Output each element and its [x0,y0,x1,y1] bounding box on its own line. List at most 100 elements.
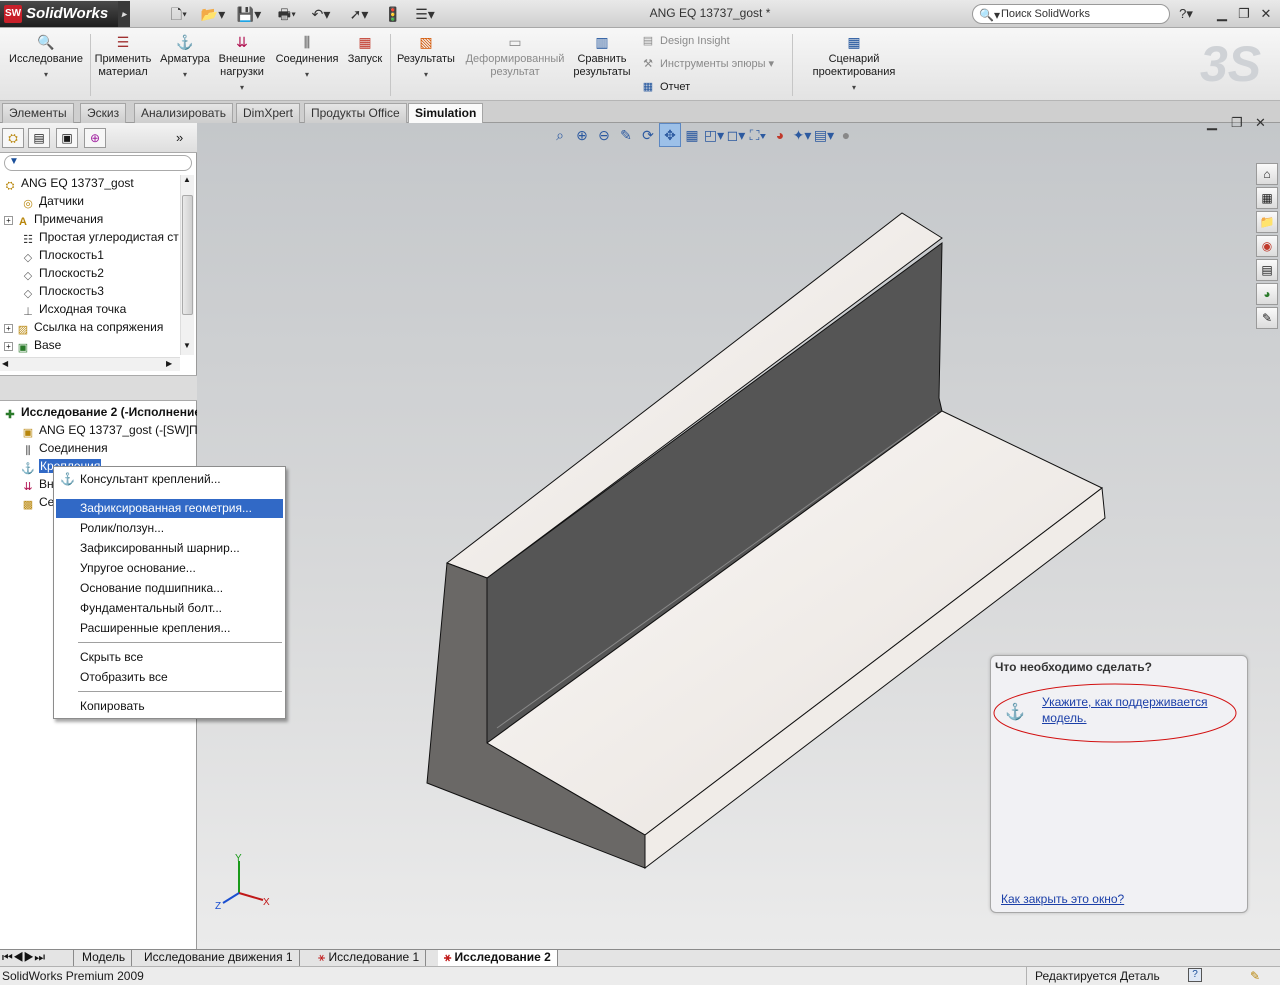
tab-study-2[interactable]: ⚹ Исследование 2 [438,950,558,966]
open-folder-icon[interactable]: 📂▾ [198,4,228,24]
tab-dimxpert[interactable]: DimXpert [236,103,301,123]
menu-item-hide-all[interactable]: Скрыть все [56,648,283,667]
run-button[interactable]: ▦ Запуск [344,32,386,66]
restore-button[interactable]: ❐ [1234,5,1254,23]
search-results-icon[interactable]: ◉ [1256,235,1278,257]
close-button[interactable]: ✕ [1256,5,1276,23]
study-item-external-loads[interactable]: ⇊ Вн [20,475,53,493]
propertymanager-tab-icon[interactable]: ▤ [28,128,50,148]
status-notes-icon[interactable]: ✎ [1250,967,1260,985]
tab-simulation[interactable]: Simulation [408,103,484,124]
menu-item-foundation-bolt[interactable]: Фундаментальный болт... [56,599,283,618]
tab-sketch[interactable]: Эскиз [80,103,127,123]
specify-support-link[interactable]: Укажите, как поддерживается модель. [1042,694,1232,726]
featuremanager-tab-icon[interactable]: ⛭ [2,128,24,148]
menu-item-fixed-hinge[interactable]: Зафиксированный шарнир... [56,539,283,558]
results-button[interactable]: ▧ Результаты ▾ [392,32,460,81]
file-explorer-icon[interactable]: 📁 [1256,211,1278,233]
tree-item-annotations[interactable]: + A Примечания [4,210,103,228]
apply-material-button[interactable]: ☰ Применить материал [92,32,154,79]
scroll-up-icon[interactable]: ▲ [183,175,191,184]
menu-item-show-all[interactable]: Отобразить все [56,668,283,687]
connections-button[interactable]: ⫼ Соединения ▾ [272,32,342,81]
tree-item-plane3[interactable]: ◇ Плоскость3 [20,282,104,300]
expand-icon[interactable]: + [4,342,13,351]
scroll-left-icon[interactable]: ◀ [2,359,8,368]
compare-results-button[interactable]: ▥ Сравнить результаты [568,32,636,79]
menu-item-copy[interactable]: Копировать [56,697,283,716]
tab-model[interactable]: Модель [76,950,133,966]
report-button[interactable]: ▦ Отчет [640,78,790,96]
home-icon[interactable]: ⌂ [1256,163,1278,185]
new-document-icon[interactable]: 🗋▾ [164,4,194,24]
tree-item-plane1[interactable]: ◇ Плоскость1 [20,246,104,264]
study-item-part[interactable]: ▣ ANG EQ 13737_gost (-[SW]Пр [20,421,205,439]
tree-item-plane2[interactable]: ◇ Плоскость2 [20,264,104,282]
expand-panel-icon[interactable]: » [176,130,183,145]
prev-tab-icon[interactable]: ◀ [13,950,24,964]
print-icon[interactable]: 🖶▾ [272,4,302,24]
tree-root[interactable]: ⛭ ANG EQ 13737_gost [2,174,134,192]
undo-icon[interactable]: ↶▾ [306,4,336,24]
dimxpert-tab-icon[interactable]: ⊕ [84,128,106,148]
deformed-result-button[interactable]: ▭ Деформированный результат [464,32,566,79]
view-palette-icon[interactable]: ▤ [1256,259,1278,281]
menu-item-fixtures-advisor[interactable]: ⚓ Консультант креплений... [56,470,283,489]
select-cursor-icon[interactable]: ➚▾ [344,4,374,24]
plot-tools-button[interactable]: ⚒ Инструменты эпюры ▾ [640,55,790,73]
menu-arrow-icon[interactable]: ▸ [118,1,130,27]
menu-item-fixed-geometry[interactable]: Зафиксированная геометрия... [56,499,283,518]
custom-properties-icon[interactable]: ✎ [1256,307,1278,329]
menu-item-bearing-support[interactable]: Основание подшипника... [56,579,283,598]
design-library-icon[interactable]: ▦ [1256,187,1278,209]
tree-scrollbar[interactable]: ▲ ▼ [180,175,194,355]
rebuild-icon[interactable]: 🚦 [378,4,408,24]
expand-icon[interactable]: + [4,216,13,225]
options-icon[interactable]: ☰▾ [410,4,440,24]
study-item-mesh[interactable]: ▩ Се [20,493,55,511]
tab-office-products[interactable]: Продукты Office [304,103,407,123]
save-icon[interactable]: 💾▾ [234,4,264,24]
tree-item-mate-references[interactable]: + ▨ Ссылка на сопряжения [4,318,163,336]
search-input[interactable]: 🔍▾ Поиск SolidWorks [972,4,1170,24]
scroll-right-icon[interactable]: ▶ [166,359,172,368]
tab-evaluate[interactable]: Анализировать [134,103,233,123]
design-insight-button[interactable]: ▤ Design Insight [640,32,790,50]
tree-hscrollbar[interactable]: ◀ ▶ [0,357,180,371]
origin-icon: ⊥ [23,306,33,318]
tree-item-origin[interactable]: ⊥ Исходная точка [20,300,126,318]
tree-item-sensors[interactable]: ◎ Датчики [20,192,84,210]
configurationmanager-tab-icon[interactable]: ▣ [56,128,78,148]
first-tab-icon[interactable]: ⏮ [2,950,13,964]
solidworks-menu-button[interactable]: SW SolidWorks ▸ [0,1,130,27]
tab-study-1[interactable]: ⚹ Исследование 1 [312,950,427,966]
scroll-down-icon[interactable]: ▼ [183,341,191,350]
search-icon: 🔍▾ [979,8,1000,22]
tree-filter-input[interactable]: ▼ [4,155,192,171]
appearances-icon[interactable]: ◕ [1256,283,1278,305]
tree-item-material[interactable]: ☷ Простая углеродистая ст [20,228,179,246]
design-scenario-button[interactable]: ▦ Сценарий проектирования ▾ [800,32,908,94]
menu-item-roller-slider[interactable]: Ролик/ползун... [56,519,283,538]
tab-navigation-arrows[interactable]: ⏮◀▶⏭ [0,950,74,966]
scroll-thumb[interactable] [182,195,193,315]
menu-item-elastic-support[interactable]: Упругое основание... [56,559,283,578]
expand-icon[interactable]: + [4,324,13,333]
fixture-hint-icon: ⚓ [1005,704,1025,721]
tree-item-base[interactable]: + ▣ Base [4,336,61,354]
panel-splitter[interactable] [0,375,197,401]
study-item-connections[interactable]: ⫼ Соединения [20,439,107,457]
tab-motion-study-1[interactable]: Исследование движения 1 [138,950,300,966]
study-button[interactable]: 🔍 Исследование ▾ [6,32,86,81]
minimize-button[interactable]: ▁ [1212,5,1232,23]
status-help-icon[interactable]: ? [1188,968,1202,982]
next-tab-icon[interactable]: ▶ [24,950,35,964]
fixtures-button[interactable]: ⚓ Арматура ▾ [158,32,212,81]
how-to-close-link[interactable]: Как закрыть это окно? [1001,892,1124,906]
last-tab-icon[interactable]: ⏭ [34,950,45,964]
external-loads-button[interactable]: ⇊ Внешние нагрузки ▾ [214,32,270,94]
tab-features[interactable]: Элементы [2,103,74,123]
menu-item-advanced-fixtures[interactable]: Расширенные крепления... [56,619,283,638]
study-root[interactable]: ✚ Исследование 2 (-Исполнение [2,403,201,421]
help-icon[interactable]: ?▾ [1176,5,1196,23]
